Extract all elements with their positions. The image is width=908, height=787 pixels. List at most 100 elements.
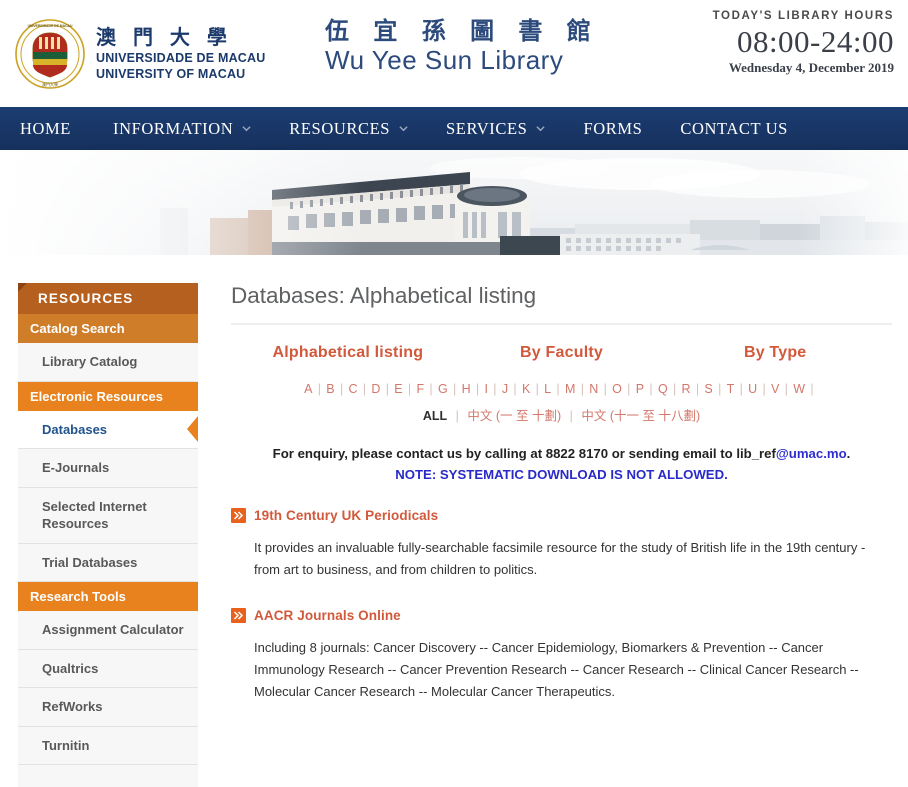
separator: | <box>627 382 631 396</box>
alphabet-filter-row: A | B | C | D | E | F | G | H | I | J | K | L | M | N | O | P | Q | R | S | T |… <box>231 382 892 396</box>
letter-filter-t[interactable]: T <box>727 382 735 396</box>
library-name-en: Wu Yee Sun Library <box>325 45 564 76</box>
letter-filter-a[interactable]: A <box>304 382 313 396</box>
library-name-cn: 伍 宜 孫 圖 書 館 <box>325 17 599 45</box>
letter-filter-r[interactable]: R <box>682 382 691 396</box>
letter-filter-c[interactable]: C <box>349 382 358 396</box>
double-chevron-right-icon <box>231 508 246 523</box>
view-tabs: Alphabetical listing By Faculty By Type <box>231 344 892 362</box>
library-hours-date: Wednesday 4, December 2019 <box>728 60 894 76</box>
database-entry: 19th Century UK Periodicals It provides a… <box>231 508 892 582</box>
library-name-block[interactable]: 伍 宜 孫 圖 書 館 Wu Yee Sun Library <box>325 18 599 75</box>
sidebar-item-assignment-calculator[interactable]: Assignment Calculator <box>18 611 198 650</box>
separator: | <box>810 382 814 396</box>
separator: | <box>784 382 789 396</box>
sidebar-item-qualtrics[interactable]: Qualtrics <box>18 649 198 689</box>
letter-filter-b[interactable]: B <box>326 382 335 396</box>
main-navigation: HOME INFORMATION RESOURCES SERVICES FORMS CON… <box>0 107 908 150</box>
nav-item-forms[interactable]: FORMS <box>583 119 642 139</box>
filter-all-link[interactable]: ALL <box>423 409 447 423</box>
letter-filter-p[interactable]: P <box>636 382 645 396</box>
sidebar-item-electronic-resources[interactable]: Electronic Resources <box>18 381 198 411</box>
separator: | <box>339 382 344 396</box>
database-name-link[interactable]: 19th Century UK Periodicals <box>254 508 438 523</box>
enquiry-email-link[interactable]: @umac.mo <box>776 446 847 461</box>
sidebar-item-research-tools[interactable]: Research Tools <box>18 582 198 612</box>
library-hours-time: 08:00-24:00 <box>736 24 894 59</box>
separator: | <box>739 382 744 396</box>
sidebar-item-databases[interactable]: Databases <box>18 410 198 450</box>
letter-filter-l[interactable]: L <box>544 382 551 396</box>
letter-filter-n[interactable]: N <box>589 382 598 396</box>
nav-item-services[interactable]: SERVICES <box>446 119 546 139</box>
letter-filter-q[interactable]: Q <box>658 382 668 396</box>
letter-filter-s[interactable]: S <box>704 382 713 396</box>
sidebar-item-e-journals[interactable]: E-Journals <box>18 449 198 488</box>
tab-alphabetical-listing[interactable]: Alphabetical listing <box>241 344 455 362</box>
separator: | <box>429 382 433 396</box>
university-name-en: UNIVERSITY OF MACAU <box>96 66 246 81</box>
sidebar-item-label: Research Tools <box>30 589 126 605</box>
separator: | <box>475 382 480 396</box>
sidebar-item-label: Electronic Resources <box>30 388 163 404</box>
page-body: RESOURCES Catalog Search Library Catalog E… <box>0 255 908 787</box>
sidebar-item-refworks[interactable]: RefWorks <box>18 688 198 727</box>
nav-item-label: HOME <box>20 118 71 138</box>
separator: | <box>362 382 367 396</box>
sidebar-item-library-catalog[interactable]: Library Catalog <box>18 343 198 382</box>
nav-item-information[interactable]: INFORMATION <box>113 119 251 139</box>
nav-item-label: CONTACT US <box>680 118 788 138</box>
sidebar-item-trial-databases[interactable]: Trial Databases <box>18 543 198 583</box>
sidebar-item-turnitin[interactable]: Turnitin <box>18 726 198 766</box>
separator: | <box>407 382 412 396</box>
separator: | <box>718 382 722 396</box>
sidebar-item-label: Catalog Search <box>30 321 125 336</box>
tab-by-faculty[interactable]: By Faculty <box>455 344 669 362</box>
filter-chinese-2-link[interactable]: 中文 (十一 至 十八劃) <box>581 409 700 423</box>
double-chevron-right-icon <box>231 607 246 623</box>
letter-filter-m[interactable]: M <box>565 382 576 396</box>
sidebar-item-selected-internet-resources[interactable]: Selected Internet Resources <box>18 487 198 544</box>
separator: | <box>569 409 573 423</box>
separator: | <box>556 382 560 396</box>
sidebar-item-label: Library Catalog <box>42 354 138 369</box>
sidebar-item-label: Assignment Calculator <box>42 622 184 638</box>
separator: | <box>513 382 517 396</box>
separator: | <box>603 382 608 396</box>
letter-filter-w[interactable]: W <box>793 382 805 396</box>
sidebar-item-label: Databases <box>42 421 108 437</box>
nav-item-contact-us[interactable]: CONTACT US <box>680 119 788 139</box>
letter-filter-i[interactable]: I <box>484 382 488 396</box>
database-name-link[interactable]: AACR Journals Online <box>254 608 401 623</box>
nav-item-home[interactable]: HOME <box>20 119 71 139</box>
letter-filter-v[interactable]: V <box>771 382 780 396</box>
university-names: 澳 門 大 學 UNIVERSIDADE DE MACAU UNIVERSITY… <box>96 26 266 81</box>
database-list: 19th Century UK Periodicals It provides a… <box>231 508 892 704</box>
university-logo-block[interactable]: UNIVERSIDADE DE MACAU 澳門大學 澳 門 大 學 UNIVE… <box>0 18 300 90</box>
resources-sidebar: RESOURCES Catalog Search Library Catalog E… <box>18 283 198 787</box>
letter-filter-e[interactable]: E <box>394 382 403 396</box>
letter-filter-d[interactable]: D <box>371 382 380 396</box>
tab-by-type[interactable]: By Type <box>668 344 882 362</box>
nav-item-resources[interactable]: RESOURCES <box>289 119 408 139</box>
letter-filter-j[interactable]: J <box>502 382 509 396</box>
campus-banner-image <box>0 150 908 255</box>
main-content: Databases: Alphabetical listing Alphabet… <box>198 283 908 787</box>
separator: | <box>672 382 677 396</box>
letter-filter-f[interactable]: F <box>416 382 424 396</box>
sidebar-title: RESOURCES <box>18 283 198 314</box>
letter-filter-o[interactable]: O <box>612 382 622 396</box>
filter-chinese-1-link[interactable]: 中文 (一 至 十劃) <box>467 409 561 423</box>
letter-filter-h[interactable]: H <box>462 382 471 396</box>
university-name-cn: 澳 門 大 學 <box>96 25 232 50</box>
letter-filter-g[interactable]: G <box>438 382 448 396</box>
separator: | <box>649 382 653 396</box>
svg-text:澳門大學: 澳門大學 <box>42 81 58 87</box>
sidebar-item-catalog-search[interactable]: Catalog Search <box>18 314 198 343</box>
alphabet-filter-row-secondary: ALL | 中文 (一 至 十劃) | 中文 (十一 至 十八劃) <box>231 405 892 424</box>
database-entry-header: 19th Century UK Periodicals <box>231 508 892 523</box>
chevron-down-icon <box>242 124 251 133</box>
university-crest-icon: UNIVERSIDADE DE MACAU 澳門大學 <box>14 18 86 90</box>
letter-filter-u[interactable]: U <box>748 382 757 396</box>
letter-filter-k[interactable]: K <box>522 382 531 396</box>
